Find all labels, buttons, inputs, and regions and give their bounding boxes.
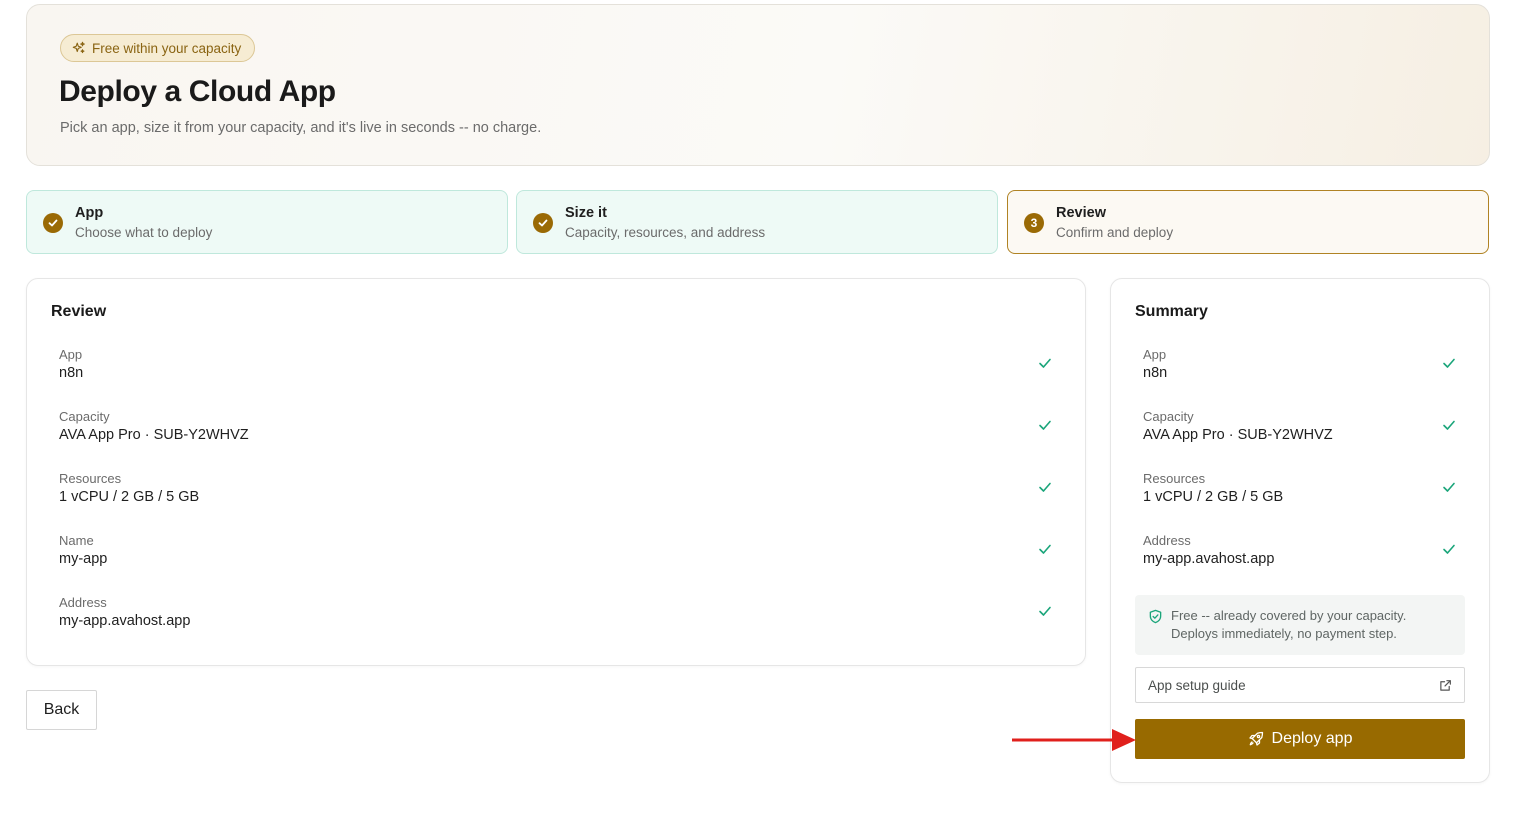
review-row-address: Address my-app.avahost.app [59,595,1059,643]
row-value: AVA App Pro · SUB-Y2WHVZ [59,427,249,443]
row-label: Resources [1143,471,1206,486]
external-link-icon [1440,680,1451,691]
check-icon [1039,606,1051,616]
step-title: App [75,205,104,221]
row-label: Address [1143,533,1191,548]
check-icon [1039,420,1051,430]
row-label: App [1143,347,1167,362]
row-value: my-app.avahost.app [59,613,191,629]
check-icon [1039,544,1051,554]
row-label: Resources [59,471,122,486]
deploy-app-button[interactable]: Deploy app [1135,719,1465,759]
free-notice: Free -- already covered by your capacity… [1135,595,1465,655]
check-icon [1039,482,1051,492]
check-icon [1039,358,1051,368]
row-value: my-app [59,551,108,567]
summary-row-capacity: Capacity AVA App Pro · SUB-Y2WHVZ [1143,409,1463,457]
sparkles-icon [72,41,85,54]
row-label: Capacity [1143,409,1194,424]
review-row-capacity: Capacity AVA App Pro · SUB-Y2WHVZ [59,409,1059,457]
check-icon [1443,358,1455,368]
page-subtitle: Pick an app, size it from your capacity,… [60,120,542,136]
row-value: 1 vCPU / 2 GB / 5 GB [1143,489,1284,505]
step-subtitle: Choose what to deploy [75,225,213,240]
summary-row-address: Address my-app.avahost.app [1143,533,1463,581]
summary-row-resources: Resources 1 vCPU / 2 GB / 5 GB [1143,471,1463,519]
guide-label: App setup guide [1148,678,1246,693]
check-icon [1443,544,1455,554]
step-review[interactable]: 3 Review Confirm and deploy [1007,190,1489,254]
annotation-arrow-icon [1012,729,1136,751]
step-number: 3 [1024,213,1044,233]
row-label: App [59,347,83,362]
review-row-resources: Resources 1 vCPU / 2 GB / 5 GB [59,471,1059,519]
step-app[interactable]: App Choose what to deploy [26,190,508,254]
step-subtitle: Confirm and deploy [1056,225,1174,240]
check-icon [1443,420,1455,430]
row-value: n8n [59,365,84,381]
step-size-it[interactable]: Size it Capacity, resources, and address [516,190,998,254]
back-button[interactable]: Back [26,690,97,730]
row-label: Name [59,533,94,548]
badge-label: Free within your capacity [92,40,242,56]
step-complete-icon [533,213,553,233]
step-complete-icon [43,213,63,233]
summary-card: Summary App n8n Capacity AVA App Pro · S… [1110,278,1490,783]
summary-row-app: App n8n [1143,347,1463,395]
row-value: n8n [1143,365,1168,381]
summary-title: Summary [1135,303,1208,320]
step-title: Review [1056,205,1106,221]
free-capacity-badge: Free within your capacity [60,34,256,62]
review-row-name: Name my-app [59,533,1059,581]
row-value: AVA App Pro · SUB-Y2WHVZ [1143,427,1333,443]
row-label: Capacity [59,409,110,424]
hero-banner: Free within your capacity Deploy a Cloud… [26,4,1490,166]
review-card: Review App n8n Capacity AVA App Pro · SU… [26,278,1086,666]
review-title: Review [51,303,107,320]
notice-line: Deploys immediately, no payment step. [1171,626,1397,641]
notice-line: Free -- already covered by your capacity… [1171,608,1407,623]
deploy-label: Deploy app [1271,730,1353,747]
row-label: Address [59,595,107,610]
rocket-icon [1248,731,1263,746]
page-title: Deploy a Cloud App [59,75,336,108]
check-icon [1443,482,1455,492]
row-value: my-app.avahost.app [1143,551,1275,567]
review-row-app: App n8n [59,347,1059,395]
step-title: Size it [565,205,607,221]
shield-check-icon [1149,609,1162,624]
step-subtitle: Capacity, resources, and address [565,225,766,240]
app-setup-guide-link[interactable]: App setup guide [1135,667,1465,703]
row-value: 1 vCPU / 2 GB / 5 GB [59,489,200,505]
